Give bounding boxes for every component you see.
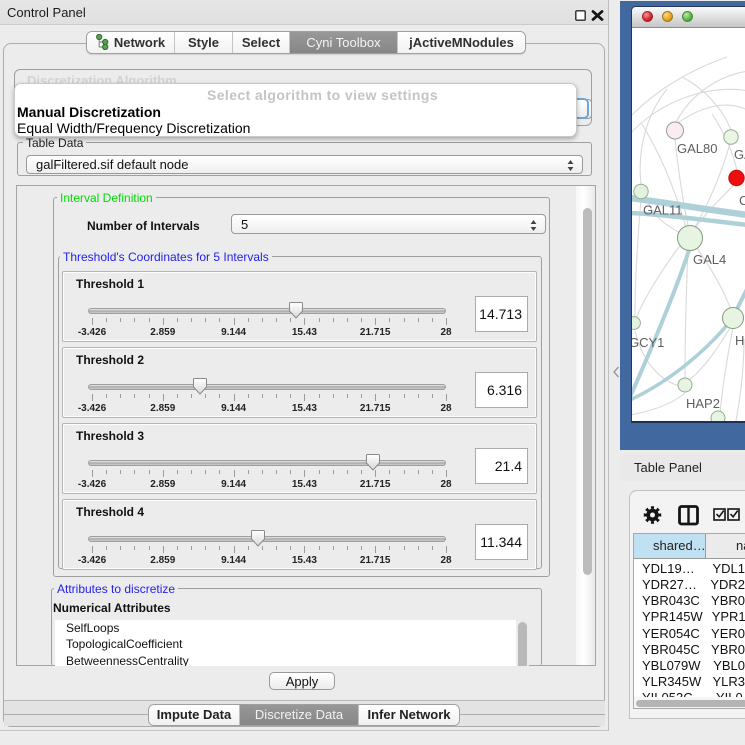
svg-text:GCY1: GCY1 [632, 335, 664, 350]
svg-text:GAL11: GAL11 [643, 203, 683, 218]
svg-text:C: C [739, 193, 745, 208]
svg-text:GAL80: GAL80 [677, 141, 717, 156]
svg-text:GAL4: GAL4 [693, 252, 726, 267]
svg-text:H: H [735, 333, 744, 348]
svg-text:HAP2: HAP2 [686, 396, 720, 411]
svg-text:GA: GA [734, 147, 745, 162]
